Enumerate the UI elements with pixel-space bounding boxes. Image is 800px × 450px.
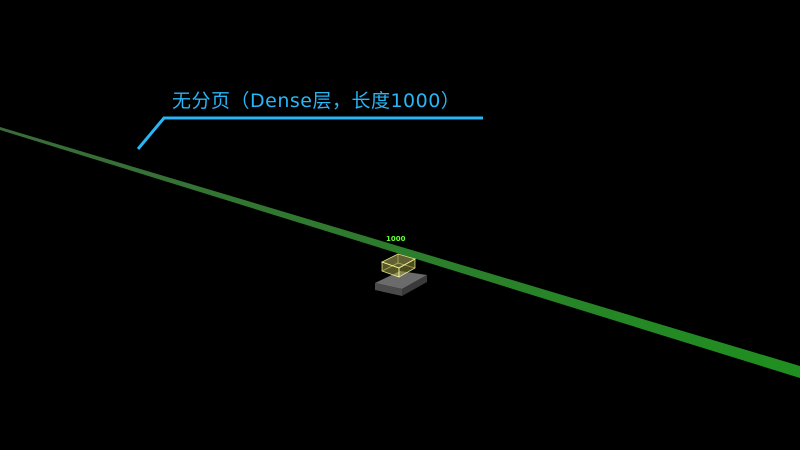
scene-graphic: [0, 116, 800, 378]
canvas: 无分页（Dense层，长度1000） 1000: [0, 0, 800, 450]
layer-length-label: 1000: [386, 235, 406, 243]
callout-leader: [136, 116, 483, 150]
callout-label: 无分页（Dense层，长度1000）: [172, 90, 461, 112]
sequence-line: [0, 127, 800, 378]
